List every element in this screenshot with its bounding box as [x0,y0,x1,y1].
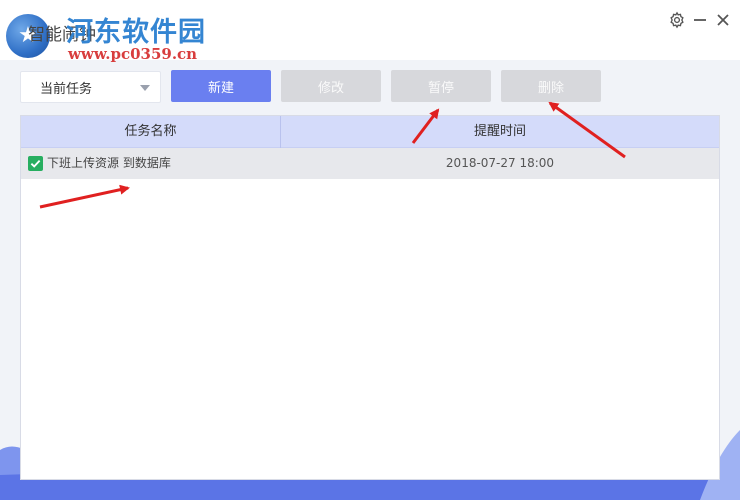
gear-icon[interactable] [665,8,689,32]
pause-task-button[interactable]: 暂停 [391,70,491,102]
chevron-down-icon [140,85,150,91]
checkmark-icon [30,159,41,168]
watermark-logo: 河东软件园 [66,17,206,48]
remind-time-cell: 2018-07-27 18:00 [445,156,555,170]
task-filter-dropdown[interactable]: 当前任务 [20,71,161,103]
watermark-url: www.pc0359.cn [68,45,198,63]
minimize-icon[interactable] [688,8,712,32]
new-task-button[interactable]: 新建 [171,70,271,102]
task-filter-value: 当前任务 [40,81,93,97]
task-name-cell: 下班上传资源 到数据库 [47,156,171,170]
title-bar: ★ 智能闹钟 河东软件园 www.pc0359.cn [0,0,740,63]
close-icon[interactable] [711,8,735,32]
task-checkbox[interactable] [28,156,43,171]
column-header-remind-time[interactable]: 提醒时间 [281,116,719,148]
table-row[interactable]: 下班上传资源 到数据库 2018-07-27 18:00 [21,148,719,179]
table-header: 任务名称 提醒时间 [21,116,719,148]
column-header-task-name[interactable]: 任务名称 [21,116,281,148]
edit-task-button[interactable]: 修改 [281,70,381,102]
delete-task-button[interactable]: 删除 [501,70,601,102]
task-table: 任务名称 提醒时间 下班上传资源 到数据库 2018-07-27 18:00 [20,115,720,480]
